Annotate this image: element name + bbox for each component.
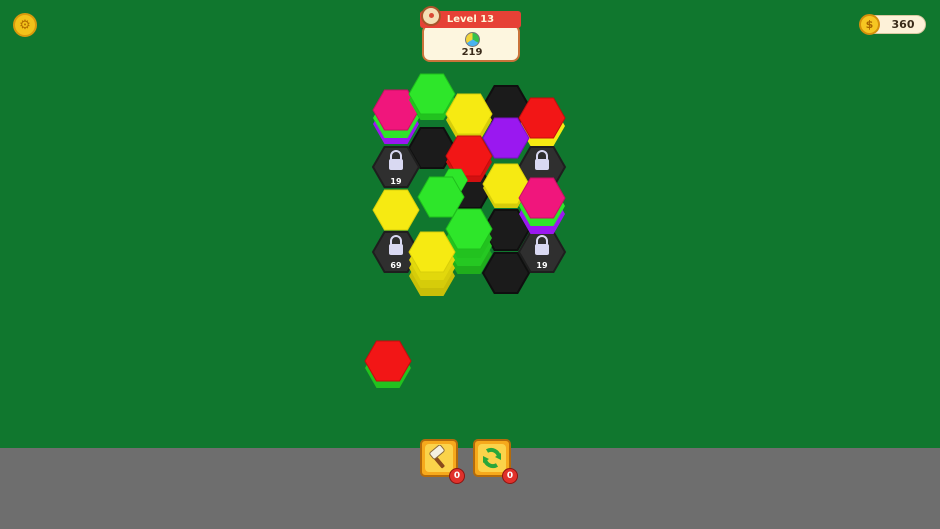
lock-count: 19	[390, 177, 402, 186]
hammer-booster-button[interactable]: 0	[420, 439, 465, 484]
target-count: 219	[461, 47, 483, 58]
booster-count-badge: 0	[449, 468, 465, 484]
lock-count: 69	[390, 261, 402, 270]
coin-icon: $	[859, 14, 880, 35]
swap-booster-button[interactable]: 0	[473, 439, 518, 484]
pending-hex-stack[interactable]	[364, 340, 412, 388]
hex-stack-yellow[interactable]	[372, 189, 420, 231]
coin-count: 360	[891, 18, 915, 31]
hex-stack-pink-purple[interactable]	[518, 177, 566, 234]
settings-gear-icon: ⚙	[19, 17, 31, 33]
locked-cell: 19	[372, 146, 420, 188]
hammer-icon	[429, 445, 445, 469]
hex-stack-yellow-tall[interactable]	[408, 231, 456, 296]
settings-button[interactable]: ⚙	[13, 13, 37, 37]
target-emblem-icon	[421, 6, 441, 26]
coin-counter: $ 360	[859, 14, 926, 35]
lock-count: 19	[536, 261, 548, 270]
booster-count-badge: 0	[502, 468, 518, 484]
target-hex-icon	[465, 32, 480, 47]
swap-arrows-icon	[483, 447, 501, 469]
hex-stack-green-tall[interactable]	[445, 208, 493, 274]
bottom-bar	[0, 448, 940, 529]
locked-cell: 19	[518, 231, 566, 273]
